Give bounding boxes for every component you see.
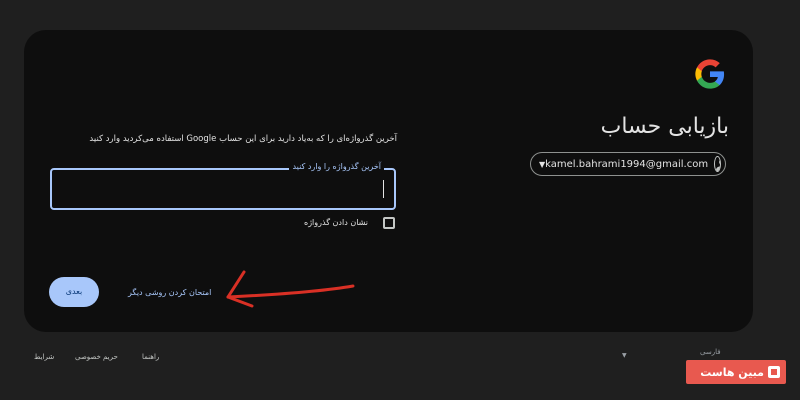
- google-logo: [695, 59, 725, 89]
- next-button[interactable]: بعدی: [49, 277, 99, 307]
- language-selector[interactable]: فارسی: [700, 348, 721, 356]
- watermark-badge: مبین هاست: [686, 360, 786, 384]
- footer-privacy-link[interactable]: حریم خصوصی: [75, 353, 118, 361]
- show-password-label: نشان دادن گذرواژه: [304, 218, 368, 227]
- account-circle-icon: [714, 156, 721, 172]
- brand-icon: [768, 366, 780, 378]
- caret-down-icon[interactable]: ▼: [622, 352, 627, 359]
- footer-terms-link[interactable]: شرایط: [34, 353, 54, 361]
- watermark-text: مبین هاست: [700, 365, 764, 379]
- account-chip[interactable]: ▼ kamel.bahrami1994@gmail.com: [530, 152, 726, 176]
- footer-help-link[interactable]: راهنما: [142, 353, 159, 361]
- instruction-text: آخرین گذرواژه‌ای را که به‌یاد دارید برای…: [89, 134, 397, 144]
- password-field[interactable]: آخرین گذرواژه را وارد کنید: [50, 162, 396, 210]
- password-field-label: آخرین گذرواژه را وارد کنید: [289, 162, 384, 171]
- try-another-way-link[interactable]: امتحان کردن روشی دیگر: [128, 288, 211, 297]
- text-cursor: [383, 180, 384, 198]
- recovery-card: بازیابی حساب ▼ kamel.bahrami1994@gmail.c…: [24, 30, 753, 332]
- show-password-checkbox[interactable]: [383, 217, 395, 229]
- page-title: بازیابی حساب: [600, 114, 729, 139]
- account-email: kamel.bahrami1994@gmail.com: [545, 158, 709, 170]
- show-password-row[interactable]: نشان دادن گذرواژه: [284, 216, 396, 232]
